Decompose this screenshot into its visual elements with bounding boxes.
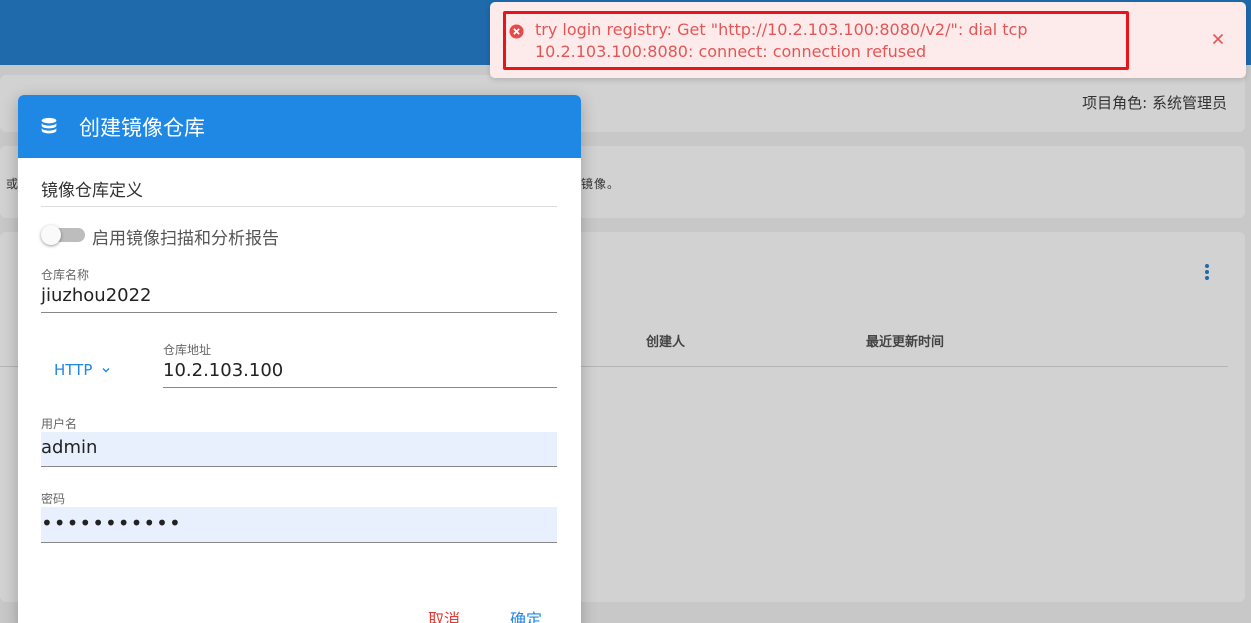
username-input[interactable]: admin [41, 432, 557, 466]
scan-toggle-label: 启用镜像扫描和分析报告 [92, 229, 279, 249]
registry-address-field[interactable]: 仓库地址 10.2.103.100 [163, 341, 557, 388]
more-options-icon[interactable] [1201, 262, 1213, 284]
create-registry-dialog: 创建镜像仓库 镜像仓库定义 启用镜像扫描和分析报告 仓库名称 jiuzhou20… [18, 95, 581, 623]
error-highlight-box [503, 11, 1129, 70]
section-divider [41, 206, 557, 207]
close-icon[interactable] [1211, 32, 1225, 46]
password-input[interactable]: ••••••••••• [41, 507, 557, 542]
registry-name-input[interactable]: jiuzhou2022 [41, 285, 557, 312]
error-toast: try login registry: Get "http://10.2.103… [490, 2, 1246, 78]
column-header-creator[interactable]: 创建人 [646, 331, 685, 350]
dialog-title: 创建镜像仓库 [79, 115, 205, 140]
column-header-updated-time[interactable]: 最近更新时间 [866, 331, 944, 350]
project-role: 项目角色: 系统管理员 [1082, 94, 1227, 112]
database-icon [41, 117, 57, 133]
registry-name-label: 仓库名称 [41, 268, 90, 282]
password-field[interactable]: 密码 ••••••••••• [41, 490, 557, 543]
username-field[interactable]: 用户名 admin [41, 415, 557, 467]
cancel-button[interactable]: 取消 [428, 606, 460, 623]
description-fragment-left: 或 [6, 177, 19, 191]
scan-toggle[interactable] [41, 225, 85, 245]
protocol-value: HTTP [54, 361, 93, 379]
chevron-down-icon [102, 368, 110, 373]
section-title: 镜像仓库定义 [41, 181, 143, 201]
description-fragment-right: 镜像。 [581, 177, 621, 191]
registry-name-field[interactable]: 仓库名称 jiuzhou2022 [41, 266, 557, 313]
registry-address-label: 仓库地址 [163, 343, 212, 357]
username-label: 用户名 [41, 417, 78, 431]
registry-address-input[interactable]: 10.2.103.100 [163, 360, 557, 387]
protocol-select[interactable]: HTTP [54, 361, 111, 379]
password-label: 密码 [41, 492, 66, 506]
dialog-header: 创建镜像仓库 [18, 95, 581, 158]
confirm-button[interactable]: 确定 [510, 606, 542, 623]
